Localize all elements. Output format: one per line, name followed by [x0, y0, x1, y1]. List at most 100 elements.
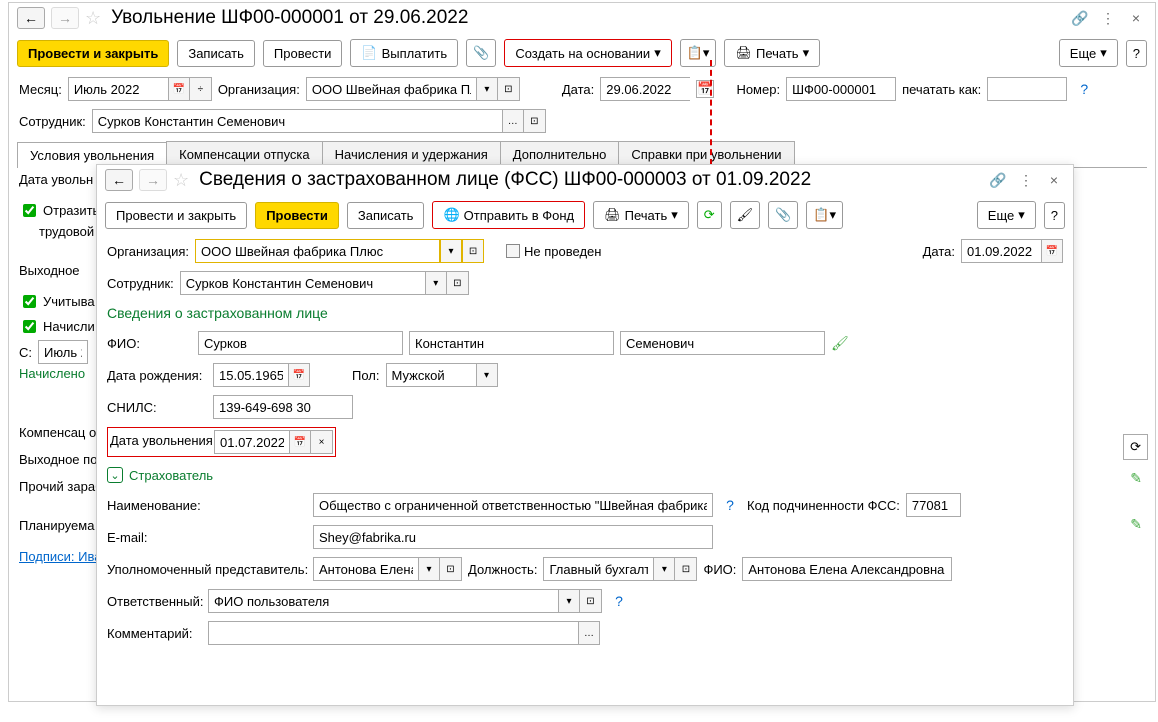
favorite-icon[interactable]: ☆: [173, 170, 189, 191]
kebab-icon[interactable]: ⋮: [1015, 169, 1037, 191]
print-button[interactable]: 🖨 Печать ▾: [724, 39, 820, 67]
fio2-input[interactable]: [742, 557, 952, 581]
chevron-down-icon[interactable]: ▾: [558, 589, 580, 613]
dismissal-date-highlight: Дата увольнения: 📅×: [107, 427, 336, 457]
chevron-down-icon[interactable]: ▾: [476, 363, 498, 387]
ins-name-input[interactable]: [313, 493, 713, 517]
more-button[interactable]: Еще ▾: [977, 201, 1036, 229]
attach-button[interactable]: 📎: [466, 39, 496, 67]
pay-button[interactable]: 📄Выплатить: [350, 39, 458, 67]
help-button[interactable]: ?: [1044, 202, 1065, 229]
forward-button[interactable]: →: [51, 7, 79, 29]
reflect-label: Отразить: [43, 203, 99, 218]
print-as-input[interactable]: [987, 77, 1067, 101]
comment-input[interactable]: [208, 621, 578, 645]
org-label: Организация:: [107, 244, 189, 259]
attach-button[interactable]: 📎: [768, 201, 798, 229]
paste-button[interactable]: 📋▾: [806, 201, 843, 229]
patronymic-input[interactable]: [620, 331, 825, 355]
date-label: Дата:: [923, 244, 955, 259]
refresh-button[interactable]: ⟳: [1123, 434, 1148, 460]
close-icon[interactable]: ×: [1043, 169, 1065, 191]
print-button[interactable]: 🖨 Печать ▾: [593, 201, 689, 229]
select-icon[interactable]: …: [578, 621, 600, 645]
open-icon[interactable]: ⊡: [440, 557, 462, 581]
back-button[interactable]: ←: [105, 169, 133, 191]
chevron-down-icon[interactable]: ▾: [476, 77, 498, 101]
post-and-close-button[interactable]: Провести и закрыть: [17, 40, 169, 67]
date-label: Дата:: [562, 82, 594, 97]
rep-input[interactable]: [313, 557, 418, 581]
calendar-icon[interactable]: 📅: [168, 77, 190, 101]
sex-input[interactable]: [386, 363, 476, 387]
refresh-button[interactable]: ⟳: [697, 201, 722, 229]
calendar-icon[interactable]: 📅: [1041, 239, 1063, 263]
link-icon[interactable]: 🔗: [1069, 7, 1091, 29]
chevron-down-icon[interactable]: ▾: [440, 239, 462, 263]
org-input[interactable]: [306, 77, 476, 101]
name-input[interactable]: [409, 331, 614, 355]
fss-code-input[interactable]: [906, 493, 961, 517]
reflect-checkbox[interactable]: [23, 204, 36, 217]
dob-input[interactable]: [213, 363, 288, 387]
open-icon[interactable]: ⊡: [447, 271, 469, 295]
insured-person-window: ← → ☆ Сведения о застрахованном лице (ФС…: [96, 164, 1074, 706]
calendar-icon[interactable]: 📅: [288, 363, 310, 387]
help-icon[interactable]: ?: [719, 494, 741, 516]
send-to-fund-button[interactable]: 🌐Отправить в Фонд: [432, 201, 585, 229]
open-icon[interactable]: ⊡: [580, 589, 602, 613]
create-based-button[interactable]: Создать на основании ▾: [504, 39, 671, 67]
edit-icon[interactable]: 🖌: [831, 335, 849, 352]
clear-icon[interactable]: ×: [311, 430, 333, 454]
position-input[interactable]: [543, 557, 653, 581]
month-input[interactable]: [68, 77, 168, 101]
brush-icon[interactable]: 🖌: [730, 201, 761, 229]
help-button[interactable]: ?: [1126, 40, 1147, 67]
select-icon[interactable]: …: [502, 109, 524, 133]
section-insurer[interactable]: ⌄Страхователь: [97, 461, 1073, 489]
employee-input[interactable]: [180, 271, 425, 295]
post-button[interactable]: Провести: [263, 40, 343, 67]
stepper-icon[interactable]: ÷: [190, 77, 212, 101]
link-icon[interactable]: 🔗: [987, 169, 1009, 191]
more-button[interactable]: Еще ▾: [1059, 39, 1118, 67]
favorite-icon[interactable]: ☆: [85, 8, 101, 29]
sex-label: Пол:: [352, 368, 380, 383]
post-button[interactable]: Провести: [255, 202, 339, 229]
date-input[interactable]: [600, 77, 690, 101]
open-icon[interactable]: ⊡: [462, 239, 484, 263]
open-icon[interactable]: ⊡: [498, 77, 520, 101]
help-icon[interactable]: ?: [1073, 78, 1095, 100]
open-icon[interactable]: ⊡: [524, 109, 546, 133]
chevron-down-icon[interactable]: ▾: [653, 557, 675, 581]
clip-icon: 📎: [473, 45, 489, 61]
back-button[interactable]: ←: [17, 7, 45, 29]
calendar-icon[interactable]: 📅: [289, 430, 311, 454]
date-input[interactable]: [961, 239, 1041, 263]
number-input[interactable]: [786, 77, 896, 101]
email-input[interactable]: [313, 525, 713, 549]
write-button[interactable]: Записать: [347, 202, 425, 229]
consider-checkbox[interactable]: [23, 295, 36, 308]
surname-input[interactable]: [198, 331, 403, 355]
kebab-icon[interactable]: ⋮: [1097, 7, 1119, 29]
write-button[interactable]: Записать: [177, 40, 255, 67]
edit-icon[interactable]: ✎: [1130, 470, 1142, 487]
forward-button[interactable]: →: [139, 169, 167, 191]
responsible-input[interactable]: [208, 589, 558, 613]
edit-icon[interactable]: ✎: [1130, 516, 1142, 533]
open-icon[interactable]: ⊡: [675, 557, 697, 581]
snils-label: СНИЛС:: [107, 400, 207, 415]
chevron-down-icon[interactable]: ▾: [418, 557, 440, 581]
org-input[interactable]: [195, 239, 440, 263]
dismissal-date-input[interactable]: [214, 430, 289, 454]
employee-input[interactable]: [92, 109, 502, 133]
comment-label: Комментарий:: [107, 626, 202, 641]
chevron-down-icon[interactable]: ▾: [425, 271, 447, 295]
from-input[interactable]: [38, 340, 88, 364]
snils-input[interactable]: [213, 395, 353, 419]
post-and-close-button[interactable]: Провести и закрыть: [105, 202, 247, 229]
accrue-checkbox[interactable]: [23, 320, 36, 333]
help-icon[interactable]: ?: [608, 590, 630, 612]
close-icon[interactable]: ×: [1125, 7, 1147, 29]
